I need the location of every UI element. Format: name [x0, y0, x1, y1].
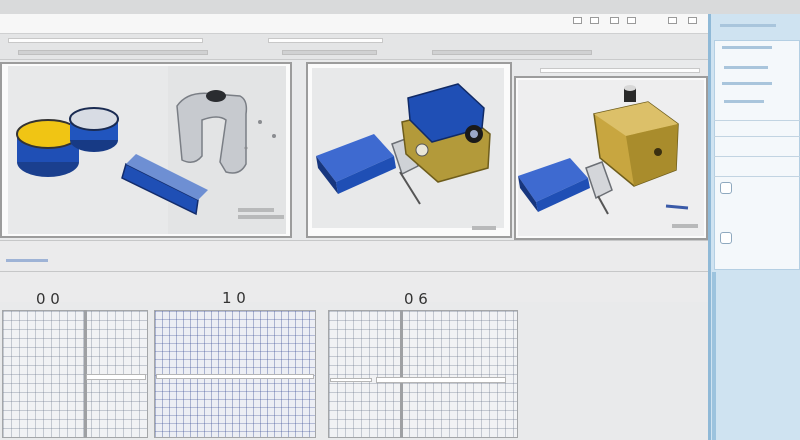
viewport-center[interactable] — [306, 62, 512, 238]
viewport-caption-bar — [472, 226, 496, 230]
panel-scrollbar[interactable] — [712, 272, 716, 440]
viewport-caption-bar — [672, 224, 698, 228]
minimize-icon[interactable] — [573, 17, 582, 24]
settings-icon[interactable] — [688, 17, 697, 24]
help-icon[interactable] — [668, 17, 677, 24]
toolbar-field[interactable] — [8, 38, 203, 43]
grid-column-separator[interactable] — [400, 310, 403, 438]
property-divider — [714, 120, 800, 121]
property-row[interactable] — [724, 66, 768, 69]
viewport-left[interactable] — [0, 62, 292, 238]
toolbar-field[interactable] — [268, 38, 383, 43]
property-row[interactable] — [724, 100, 764, 103]
grid-selection-bar — [330, 378, 372, 382]
property-divider — [714, 156, 800, 157]
cube-icon[interactable] — [720, 232, 732, 244]
grid-label-right: 0 6 — [404, 290, 428, 308]
restore-icon[interactable] — [590, 17, 599, 24]
property-divider — [714, 176, 800, 177]
toolbar-slider[interactable] — [18, 50, 208, 55]
grid-selection-bar — [156, 374, 314, 379]
title-bar — [0, 14, 708, 34]
band-divider — [0, 271, 708, 272]
top-strip — [0, 0, 800, 14]
toolbar-slider[interactable] — [432, 50, 592, 55]
viewport-right[interactable] — [514, 76, 708, 240]
grid-label-left: 0 0 — [36, 290, 60, 308]
property-divider — [714, 136, 800, 137]
properties-header — [720, 24, 776, 27]
viewport-header-bar — [540, 68, 700, 73]
viewport-caption-bar — [238, 208, 274, 212]
property-row[interactable] — [722, 82, 772, 85]
grid-selection-bar — [376, 377, 506, 383]
maximize-icon[interactable] — [610, 17, 619, 24]
viewport-caption-bar — [238, 215, 284, 219]
part-render-right — [518, 85, 689, 215]
property-row[interactable] — [722, 46, 772, 49]
data-grid-right[interactable] — [328, 310, 518, 438]
grid-label-center: 1 0 — [222, 289, 246, 307]
cube-icon[interactable] — [720, 182, 732, 194]
band-link-bar — [6, 259, 48, 262]
grid-selection-bar — [86, 374, 146, 380]
toolbar-slider[interactable] — [282, 50, 377, 55]
close-icon[interactable] — [627, 17, 636, 24]
part-render-center — [316, 83, 491, 205]
